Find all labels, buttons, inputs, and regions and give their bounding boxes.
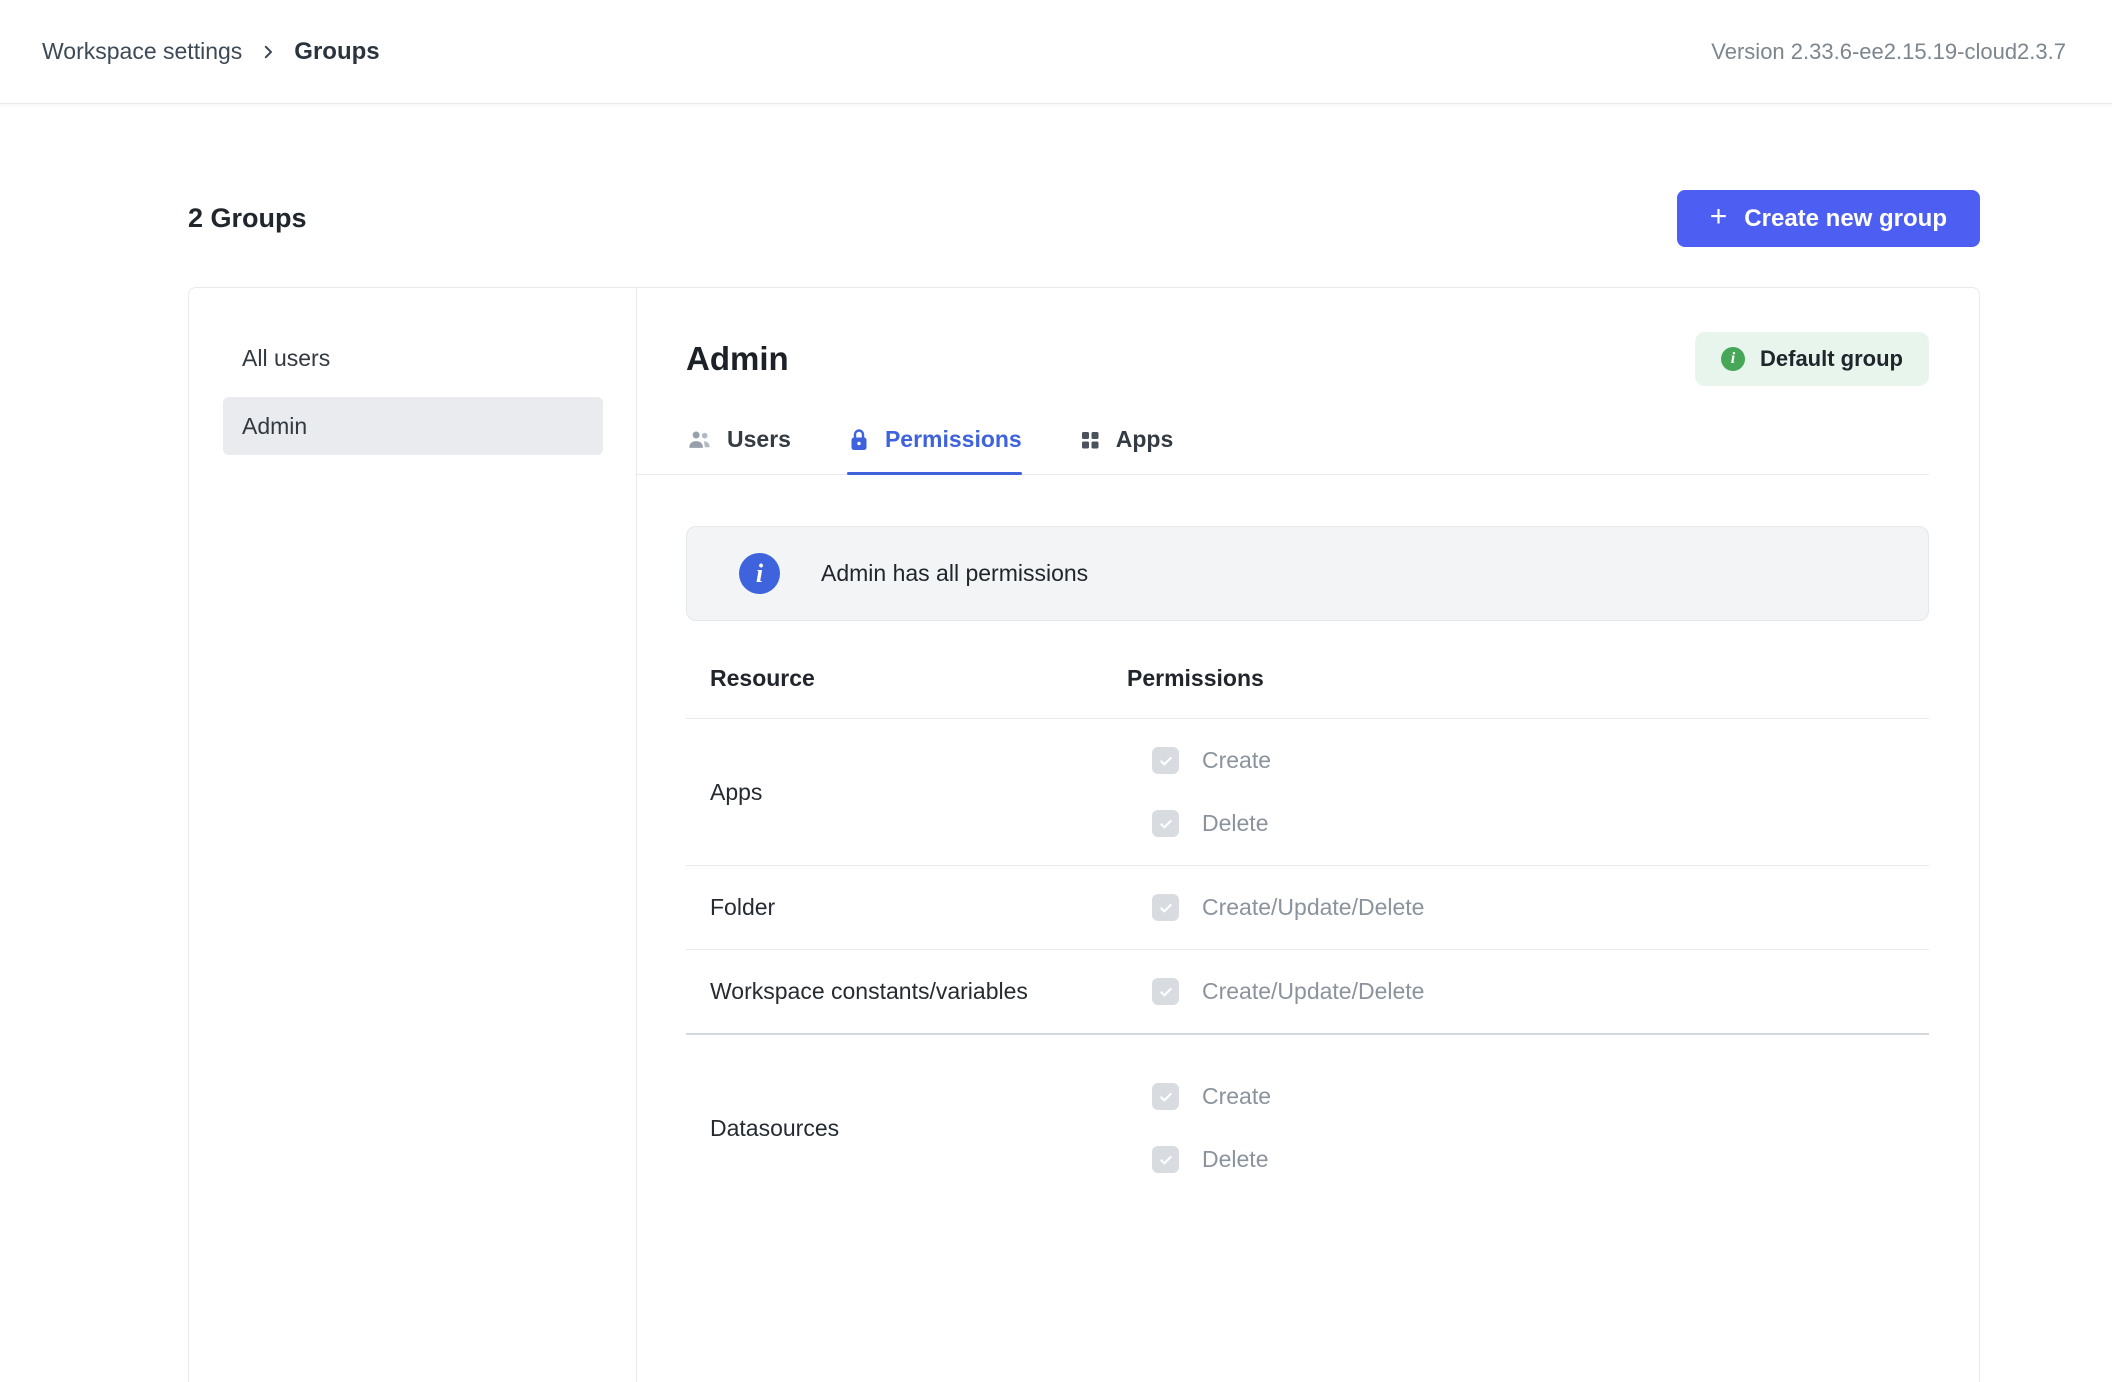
tab-permissions[interactable]: Permissions (847, 426, 1022, 474)
permission-checkbox-checked-disabled (1152, 1083, 1179, 1110)
breadcrumb-workspace-settings[interactable]: Workspace settings (42, 38, 242, 65)
resource-label: Apps (686, 779, 1127, 806)
info-icon: i (739, 553, 780, 594)
permission-checkbox-checked-disabled (1152, 978, 1179, 1005)
check-icon (1158, 984, 1174, 1000)
table-row-apps: Apps Create Delete (686, 719, 1929, 866)
chevron-right-icon (259, 43, 277, 61)
permission-line: Create (1152, 747, 1929, 774)
sidebar-item-label: All users (242, 345, 330, 372)
users-icon (686, 426, 713, 453)
tab-apps[interactable]: Apps (1078, 426, 1174, 474)
permission-label: Create/Update/Delete (1202, 978, 1424, 1005)
admin-permissions-banner: i Admin has all permissions (686, 526, 1929, 621)
permission-label: Delete (1202, 810, 1268, 837)
permission-checkbox-checked-disabled (1152, 810, 1179, 837)
groups-count-heading: 2 Groups (188, 203, 307, 234)
check-icon (1158, 753, 1174, 769)
check-icon (1158, 816, 1174, 832)
check-icon (1158, 1152, 1174, 1168)
create-new-group-label: Create new group (1744, 205, 1947, 233)
permission-group: Create Delete (1127, 1083, 1929, 1173)
permission-line: Delete (1152, 1146, 1929, 1173)
panel-head: Admin i Default group (686, 332, 1929, 386)
group-detail-panel: Admin i Default group (637, 288, 1979, 1382)
check-icon (1158, 1089, 1174, 1105)
group-tabs: Users Permissions (637, 426, 1929, 475)
resource-column-header: Resource (686, 665, 1127, 692)
permission-label: Create (1202, 1083, 1271, 1110)
sidebar-item-all-users[interactable]: All users (223, 329, 603, 387)
sidebar-item-label: Admin (242, 413, 307, 440)
permission-group: Create/Update/Delete (1127, 978, 1929, 1005)
permission-group: Create Delete (1127, 747, 1929, 837)
permission-line: Create (1152, 1083, 1929, 1110)
table-row-folder: Folder Create/Update/Delete (686, 866, 1929, 950)
default-group-badge-label: Default group (1760, 346, 1903, 372)
default-group-badge: i Default group (1695, 332, 1929, 386)
plus-icon: + (1710, 202, 1728, 232)
check-icon (1158, 900, 1174, 916)
tab-permissions-label: Permissions (885, 426, 1022, 453)
groups-card: All users Admin Admin i Default group (188, 287, 1980, 1382)
permissions-column-header: Permissions (1127, 665, 1929, 692)
tab-users[interactable]: Users (686, 426, 791, 474)
permission-checkbox-checked-disabled (1152, 894, 1179, 921)
groups-sidebar: All users Admin (189, 288, 637, 1382)
info-icon: i (1721, 347, 1745, 371)
group-title: Admin (686, 340, 789, 378)
banner-text: Admin has all permissions (821, 560, 1088, 587)
permission-group: Create/Update/Delete (1127, 894, 1929, 921)
resource-label: Folder (686, 894, 1127, 921)
permission-line: Create/Update/Delete (1152, 978, 1929, 1005)
permission-line: Create/Update/Delete (1152, 894, 1929, 921)
table-row-datasources: Datasources Create Delete (686, 1035, 1929, 1201)
topbar: Workspace settings Groups Version 2.33.6… (0, 0, 2112, 104)
permission-label: Create/Update/Delete (1202, 894, 1424, 921)
tab-apps-label: Apps (1116, 426, 1174, 453)
permissions-table: Resource Permissions Apps Create (686, 665, 1929, 1201)
resource-label: Datasources (686, 1115, 1127, 1142)
table-header-row: Resource Permissions (686, 665, 1929, 719)
create-new-group-button[interactable]: + Create new group (1677, 190, 1980, 247)
permission-checkbox-checked-disabled (1152, 1146, 1179, 1173)
lock-icon (847, 427, 871, 453)
breadcrumb-current-groups: Groups (294, 38, 379, 66)
groups-page: 2 Groups + Create new group All users Ad… (188, 190, 1980, 1382)
version-label: Version 2.33.6-ee2.15.19-cloud2.3.7 (1711, 39, 2066, 65)
grid-icon (1078, 428, 1102, 452)
table-row-workspace-constants: Workspace constants/variables Create/Upd… (686, 950, 1929, 1035)
resource-label: Workspace constants/variables (686, 978, 1127, 1005)
permission-label: Delete (1202, 1146, 1268, 1173)
permission-line: Delete (1152, 810, 1929, 837)
sidebar-item-admin[interactable]: Admin (223, 397, 603, 455)
permission-checkbox-checked-disabled (1152, 747, 1179, 774)
tab-users-label: Users (727, 426, 791, 453)
breadcrumb: Workspace settings Groups (42, 38, 380, 66)
permission-label: Create (1202, 747, 1271, 774)
page-head: 2 Groups + Create new group (188, 190, 1980, 247)
